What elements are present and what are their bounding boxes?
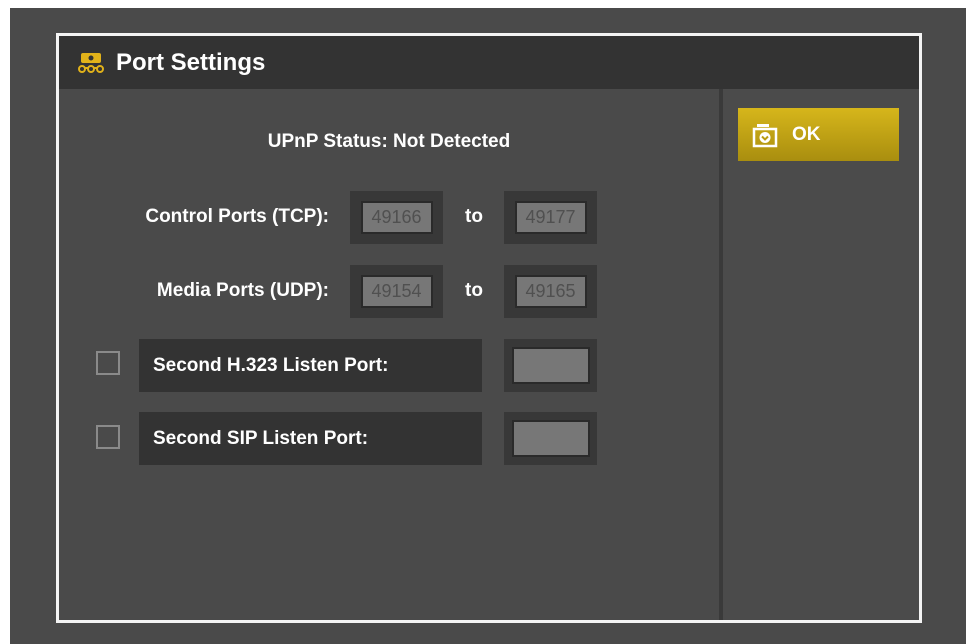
sip-listen-label: Second SIP Listen Port: <box>153 427 369 449</box>
media-port-from-input[interactable] <box>360 275 433 308</box>
h323-listen-label-box: Second H.323 Listen Port: <box>139 339 482 392</box>
control-ports-to-label: to <box>465 206 483 227</box>
sip-listen-checkbox[interactable] <box>96 425 120 449</box>
port-settings-dialog: Port Settings UPnP Status: Not Detected … <box>56 33 922 623</box>
h323-listen-checkbox[interactable] <box>96 351 120 375</box>
dialog-title: Port Settings <box>116 48 266 76</box>
control-port-from-input[interactable] <box>360 201 433 234</box>
dialog-titlebar: Port Settings <box>59 36 919 89</box>
h323-listen-label: Second H.323 Listen Port: <box>153 354 389 376</box>
h323-listen-port-input[interactable] <box>511 347 590 384</box>
ok-button[interactable]: OK <box>738 108 899 161</box>
action-panel: OK <box>723 89 919 620</box>
media-port-from-box <box>350 265 443 318</box>
sip-listen-port-input[interactable] <box>511 420 590 457</box>
network-icon <box>78 52 104 74</box>
upnp-status: UPnP Status: Not Detected <box>267 131 511 152</box>
media-ports-to-label: to <box>465 280 483 301</box>
control-port-to-box <box>504 191 597 244</box>
ok-button-label: OK <box>792 123 821 145</box>
ok-inbox-icon <box>752 122 778 148</box>
media-ports-label: Media Ports (UDP): <box>156 280 329 301</box>
sip-listen-port-box <box>504 412 597 465</box>
media-port-to-input[interactable] <box>514 275 587 308</box>
control-port-to-input[interactable] <box>514 201 587 234</box>
control-port-from-box <box>350 191 443 244</box>
media-port-to-box <box>504 265 597 318</box>
h323-listen-port-box <box>504 339 597 392</box>
control-ports-label: Control Ports (TCP): <box>145 206 329 227</box>
sip-listen-label-box: Second SIP Listen Port: <box>139 412 482 465</box>
settings-panel: UPnP Status: Not Detected Control Ports … <box>59 89 719 620</box>
